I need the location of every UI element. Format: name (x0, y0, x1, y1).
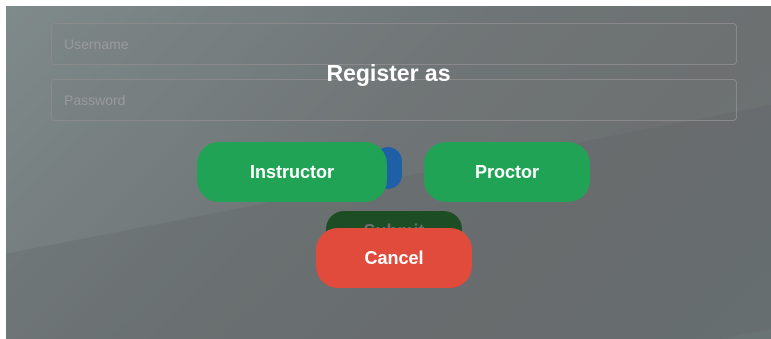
username-field[interactable]: Username (51, 23, 737, 65)
modal-title: Register as (326, 60, 451, 86)
username-placeholder: Username (64, 36, 129, 52)
instructor-label: Instructor (249, 161, 334, 182)
register-proctor-button[interactable]: Proctor (424, 142, 590, 202)
register-instructor-button[interactable]: Instructor (197, 142, 387, 202)
cancel-label: Cancel (364, 247, 424, 268)
password-placeholder: Password (64, 92, 126, 108)
login-page-background: Username Password Submit Register as Ins… (6, 6, 771, 339)
cancel-button[interactable]: Cancel (316, 228, 472, 288)
proctor-label: Proctor (474, 161, 539, 182)
